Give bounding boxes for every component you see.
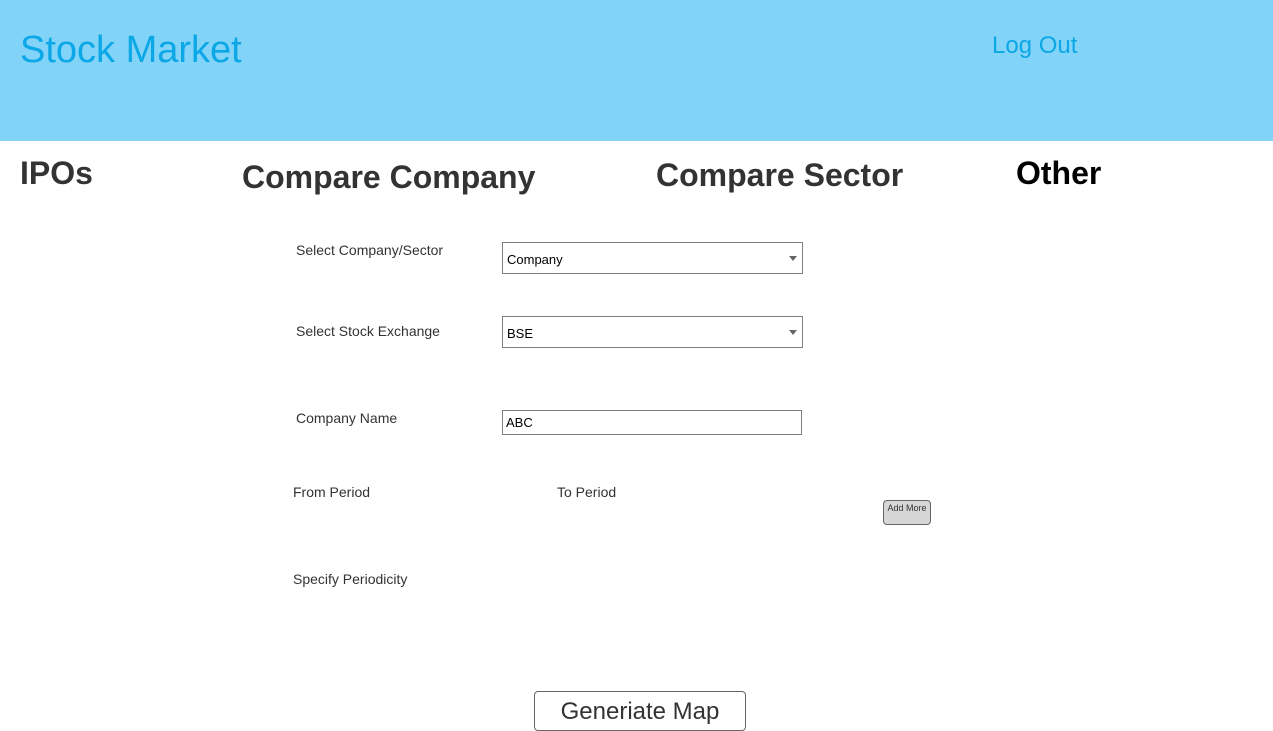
nav-item-compare-company[interactable]: Compare Company (242, 159, 535, 195)
stock-exchange-select-value: BSE (507, 326, 534, 341)
page: Stock Market Log Out IPOs Compare Compan… (0, 0, 1273, 731)
company-name-input[interactable] (502, 410, 802, 435)
logout-link[interactable]: Log Out (992, 32, 1077, 59)
nav-item-other[interactable]: Other (1016, 155, 1101, 191)
from-period-label: From Period (293, 484, 371, 500)
company-name-label: Company Name (296, 410, 398, 426)
chevron-down-icon (789, 330, 797, 335)
periodicity-label: Specify Periodicity (293, 571, 408, 587)
chevron-down-icon (789, 256, 797, 261)
company-sector-select[interactable]: Company (502, 242, 803, 274)
company-sector-label: Select Company/Sector (296, 242, 444, 258)
nav-item-ipos[interactable]: IPOs (20, 155, 93, 191)
stock-exchange-label: Select Stock Exchange (296, 323, 440, 339)
add-more-button[interactable]: Add More (883, 500, 931, 525)
generate-map-button[interactable]: Generiate Map (534, 691, 746, 731)
to-period-label: To Period (557, 484, 617, 500)
nav-item-compare-sector[interactable]: Compare Sector (656, 157, 903, 193)
app-title: Stock Market (20, 29, 242, 71)
company-sector-select-value: Company (507, 252, 563, 267)
header-bar: Stock Market Log Out (0, 0, 1273, 141)
stock-exchange-select[interactable]: BSE (502, 316, 803, 348)
